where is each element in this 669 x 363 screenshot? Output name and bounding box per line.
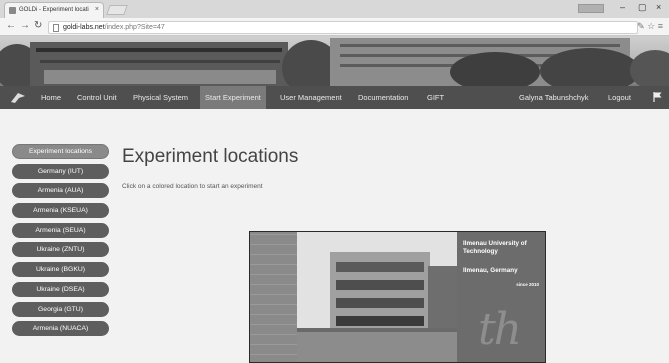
header-banner-image [0, 36, 669, 86]
close-window-button[interactable]: × [656, 2, 661, 12]
university-city: Ilmenau, Germany [463, 267, 518, 274]
minimize-window-button[interactable]: – [620, 2, 625, 12]
address-bar[interactable]: goldi-labs.net/index.php?Site=47 [48, 21, 638, 34]
back-arrow-icon[interactable]: ← [6, 20, 16, 31]
browser-tab[interactable]: GOLDi - Experiment locati × [4, 2, 104, 18]
bookmark-star-icon[interactable]: ✎ ☆ ≡ [637, 21, 663, 32]
sidebar-item-experiment-locations[interactable]: Experiment locations [12, 144, 109, 159]
nav-start-experiment[interactable]: Start Experiment [200, 86, 266, 109]
nav-user-management[interactable]: User Management [280, 93, 342, 102]
nav-documentation[interactable]: Documentation [358, 93, 408, 102]
new-tab-button[interactable] [106, 5, 128, 15]
forward-arrow-icon[interactable]: → [20, 20, 30, 31]
sidebar-item-ukraine-bgku[interactable]: Ukraine (BGKU) [12, 262, 109, 278]
favicon-icon [9, 7, 16, 14]
nav-user-name[interactable]: Galyna Tabunshchyk [519, 93, 589, 102]
reload-icon[interactable]: ↻ [34, 20, 42, 31]
nav-home[interactable]: Home [41, 93, 61, 102]
sidebar-item-armenia-aua[interactable]: Armenia (AUA) [12, 183, 109, 199]
browser-tab-bar: GOLDi - Experiment locati × – ▢ × [0, 0, 669, 18]
university-name: Ilmenau University of Technology [463, 240, 527, 255]
url-path: /index.php?Site=47 [104, 24, 165, 31]
location-card-ilmenau[interactable]: Ilmenau University of Technology Ilmenau… [249, 231, 546, 363]
nav-gift[interactable]: GIFT [427, 93, 444, 102]
maximize-window-button[interactable]: ▢ [638, 2, 647, 13]
sidebar-item-georgia-gtu[interactable]: Georgia (GTU) [12, 301, 109, 317]
close-tab-icon[interactable]: × [95, 6, 99, 13]
page-icon [53, 24, 59, 32]
sidebar-item-armenia-seua[interactable]: Armenia (SEUA) [12, 222, 109, 238]
goldi-logo-icon[interactable] [9, 90, 27, 105]
location-sidebar: Experiment locations Germany (IUT) Armen… [12, 144, 109, 341]
page-title: Experiment locations [122, 146, 299, 167]
flag-icon[interactable] [653, 92, 662, 102]
sidebar-item-germany-iut[interactable]: Germany (IUT) [12, 163, 109, 179]
url-host: goldi-labs.net [63, 24, 105, 31]
nav-control-unit[interactable]: Control Unit [77, 93, 117, 102]
sidebar-item-ukraine-dsea[interactable]: Ukraine (DSEA) [12, 281, 109, 297]
browser-tab-title: GOLDi - Experiment locati [19, 7, 89, 13]
browser-toolbar: ← → ↻ goldi-labs.net/index.php?Site=47 ✎… [0, 18, 669, 36]
main-navigation: Home Control Unit Physical System Start … [0, 86, 669, 109]
instruction-text: Click on a colored location to start an … [122, 183, 263, 190]
building-wall-image [250, 232, 297, 362]
sidebar-item-armenia-kseua[interactable]: Armenia (KSEUA) [12, 203, 109, 219]
sidebar-item-ukraine-zntu[interactable]: Ukraine (ZNTU) [12, 242, 109, 258]
browser-profile-button[interactable] [578, 4, 604, 13]
university-logo: th [478, 304, 522, 355]
sidebar-item-armenia-nuaca[interactable]: Armenia (NUACA) [12, 321, 109, 337]
nav-physical-system[interactable]: Physical System [133, 93, 188, 102]
nav-logout[interactable]: Logout [608, 93, 631, 102]
since-year: since 2010 [516, 282, 539, 287]
